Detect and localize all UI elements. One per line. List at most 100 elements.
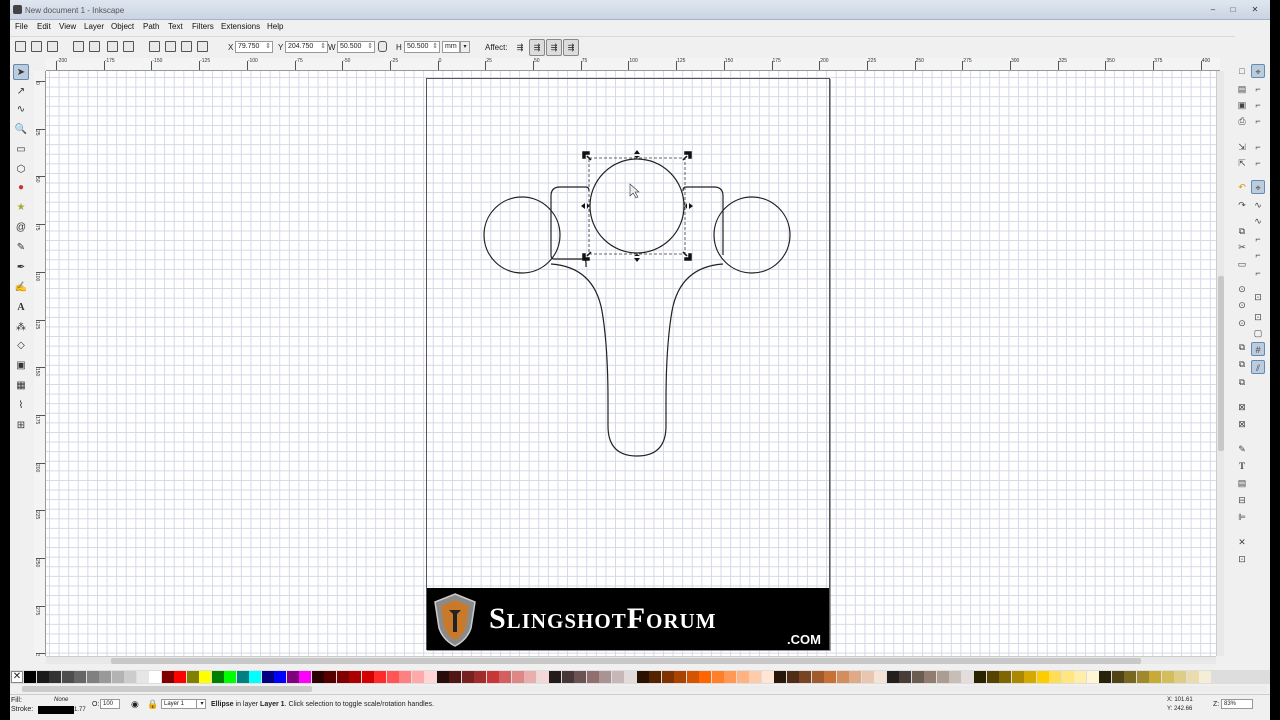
- select-all-icon[interactable]: [15, 41, 26, 52]
- color-swatch[interactable]: [499, 671, 511, 683]
- text-tool-icon[interactable]: A: [13, 300, 29, 316]
- color-swatch[interactable]: [386, 671, 399, 683]
- layers-icon[interactable]: ▤: [1235, 476, 1249, 490]
- color-swatch[interactable]: [211, 671, 224, 683]
- color-swatch[interactable]: [286, 671, 299, 683]
- slingshot-body-path[interactable]: [550, 186, 724, 457]
- color-swatch[interactable]: [136, 671, 149, 683]
- snap-grid-icon[interactable]: #: [1251, 342, 1265, 356]
- flip-horizontal-icon[interactable]: [107, 41, 118, 52]
- ellipse-tool-icon[interactable]: ●: [13, 180, 29, 196]
- spiral-tool-icon[interactable]: @: [13, 220, 29, 236]
- affect-rounded-corners-icon[interactable]: ⇶: [529, 39, 545, 56]
- color-swatch[interactable]: [24, 671, 36, 683]
- star-tool-icon[interactable]: ★: [13, 200, 29, 216]
- vertical-scroll-thumb[interactable]: [1218, 276, 1224, 451]
- color-swatch[interactable]: [574, 671, 586, 683]
- zoom-selection-icon[interactable]: ⊙: [1235, 282, 1249, 296]
- paste-icon[interactable]: ▭: [1235, 257, 1249, 271]
- palette-scroll-thumb[interactable]: [22, 686, 312, 692]
- menu-filters[interactable]: Filters: [192, 22, 214, 31]
- save-icon[interactable]: ▣: [1235, 98, 1249, 112]
- close-button[interactable]: ✕: [1248, 5, 1262, 15]
- color-swatch[interactable]: [711, 671, 724, 683]
- color-swatch[interactable]: [1024, 671, 1036, 683]
- redo-icon[interactable]: ↷: [1235, 198, 1249, 212]
- color-swatch[interactable]: [599, 671, 611, 683]
- calligraphy-tool-icon[interactable]: ✍: [13, 280, 29, 296]
- zoom-page-icon[interactable]: ⊙: [1235, 316, 1249, 330]
- menu-help[interactable]: Help: [267, 22, 283, 31]
- cut-icon[interactable]: ✂: [1235, 240, 1249, 254]
- unlink-clone-icon[interactable]: ⧉: [1235, 375, 1249, 389]
- menu-extensions[interactable]: Extensions: [221, 22, 260, 31]
- color-swatch[interactable]: [836, 671, 849, 683]
- color-swatch[interactable]: [261, 671, 274, 683]
- color-swatch[interactable]: [74, 671, 86, 683]
- snap-bbox-edge-icon[interactable]: ⌐: [1251, 98, 1265, 112]
- color-swatch[interactable]: [1049, 671, 1061, 683]
- minimize-button[interactable]: –: [1206, 5, 1220, 15]
- color-swatch[interactable]: [561, 671, 574, 683]
- eraser-tool-icon[interactable]: ◇: [13, 338, 29, 354]
- color-swatch[interactable]: [1074, 671, 1086, 683]
- pencil-tool-icon[interactable]: ✎: [13, 240, 29, 256]
- snap-paths-icon[interactable]: ∿: [1251, 198, 1265, 212]
- color-swatch[interactable]: [824, 671, 836, 683]
- color-swatch[interactable]: [936, 671, 949, 683]
- maximize-button[interactable]: □: [1226, 5, 1240, 15]
- color-swatch[interactable]: [374, 671, 386, 683]
- color-swatch[interactable]: [511, 671, 524, 683]
- eye-visibility-icon[interactable]: ◉: [131, 699, 139, 710]
- pen-tool-icon[interactable]: ✒: [13, 260, 29, 276]
- rotate-cw-icon[interactable]: [89, 41, 100, 52]
- color-swatch[interactable]: [974, 671, 986, 683]
- affect-gradients-icon[interactable]: ⇶: [546, 39, 562, 56]
- fill-value[interactable]: None: [54, 697, 68, 703]
- xml-editor-icon[interactable]: ⊟: [1235, 493, 1249, 507]
- color-swatch[interactable]: [1149, 671, 1161, 683]
- snap-toggle-icon[interactable]: ⌖: [1251, 64, 1265, 78]
- rotate-ccw-icon[interactable]: [73, 41, 84, 52]
- color-swatch[interactable]: [924, 671, 936, 683]
- color-swatch[interactable]: [724, 671, 736, 683]
- scale-handles[interactable]: [581, 150, 693, 262]
- color-swatch[interactable]: [911, 671, 924, 683]
- right-circle[interactable]: [713, 196, 791, 274]
- color-swatch[interactable]: [461, 671, 474, 683]
- select-all-layers-icon[interactable]: [31, 41, 42, 52]
- group-icon[interactable]: ⊠: [1235, 400, 1249, 414]
- color-swatch[interactable]: [111, 671, 124, 683]
- 3d-box-tool-icon[interactable]: ⬡: [13, 162, 29, 178]
- menu-edit[interactable]: Edit: [37, 22, 51, 31]
- palette-scrollbar[interactable]: [22, 686, 1267, 692]
- color-swatch[interactable]: [399, 671, 411, 683]
- color-swatch[interactable]: [549, 671, 561, 683]
- flip-vertical-icon[interactable]: [123, 41, 134, 52]
- menu-text[interactable]: Text: [168, 22, 183, 31]
- color-swatch[interactable]: [299, 671, 311, 683]
- snap-smooth-icon[interactable]: ⌐: [1251, 248, 1265, 262]
- color-swatch[interactable]: [636, 671, 649, 683]
- horizontal-scroll-thumb[interactable]: [111, 658, 1141, 664]
- color-swatch[interactable]: [1124, 671, 1136, 683]
- raise-icon[interactable]: [181, 41, 192, 52]
- horizontal-scrollbar[interactable]: [46, 656, 1216, 664]
- color-swatch[interactable]: [186, 671, 199, 683]
- color-swatch[interactable]: [699, 671, 711, 683]
- zoom-drawing-icon[interactable]: ⊙: [1235, 298, 1249, 312]
- color-swatch[interactable]: [899, 671, 911, 683]
- color-swatch[interactable]: [361, 671, 374, 683]
- snap-nodes-icon[interactable]: ⌖: [1251, 180, 1265, 194]
- color-swatch[interactable]: [1186, 671, 1199, 683]
- x-spinbox[interactable]: 79.750: [235, 41, 273, 53]
- color-swatch[interactable]: [661, 671, 674, 683]
- affect-patterns-icon[interactable]: ⇶: [563, 39, 579, 56]
- color-swatch[interactable]: [436, 671, 449, 683]
- color-swatch[interactable]: [349, 671, 361, 683]
- color-swatch[interactable]: [1161, 671, 1174, 683]
- color-swatch[interactable]: [224, 671, 236, 683]
- color-swatch[interactable]: [99, 671, 111, 683]
- color-swatch[interactable]: [249, 671, 261, 683]
- color-swatch[interactable]: [861, 671, 874, 683]
